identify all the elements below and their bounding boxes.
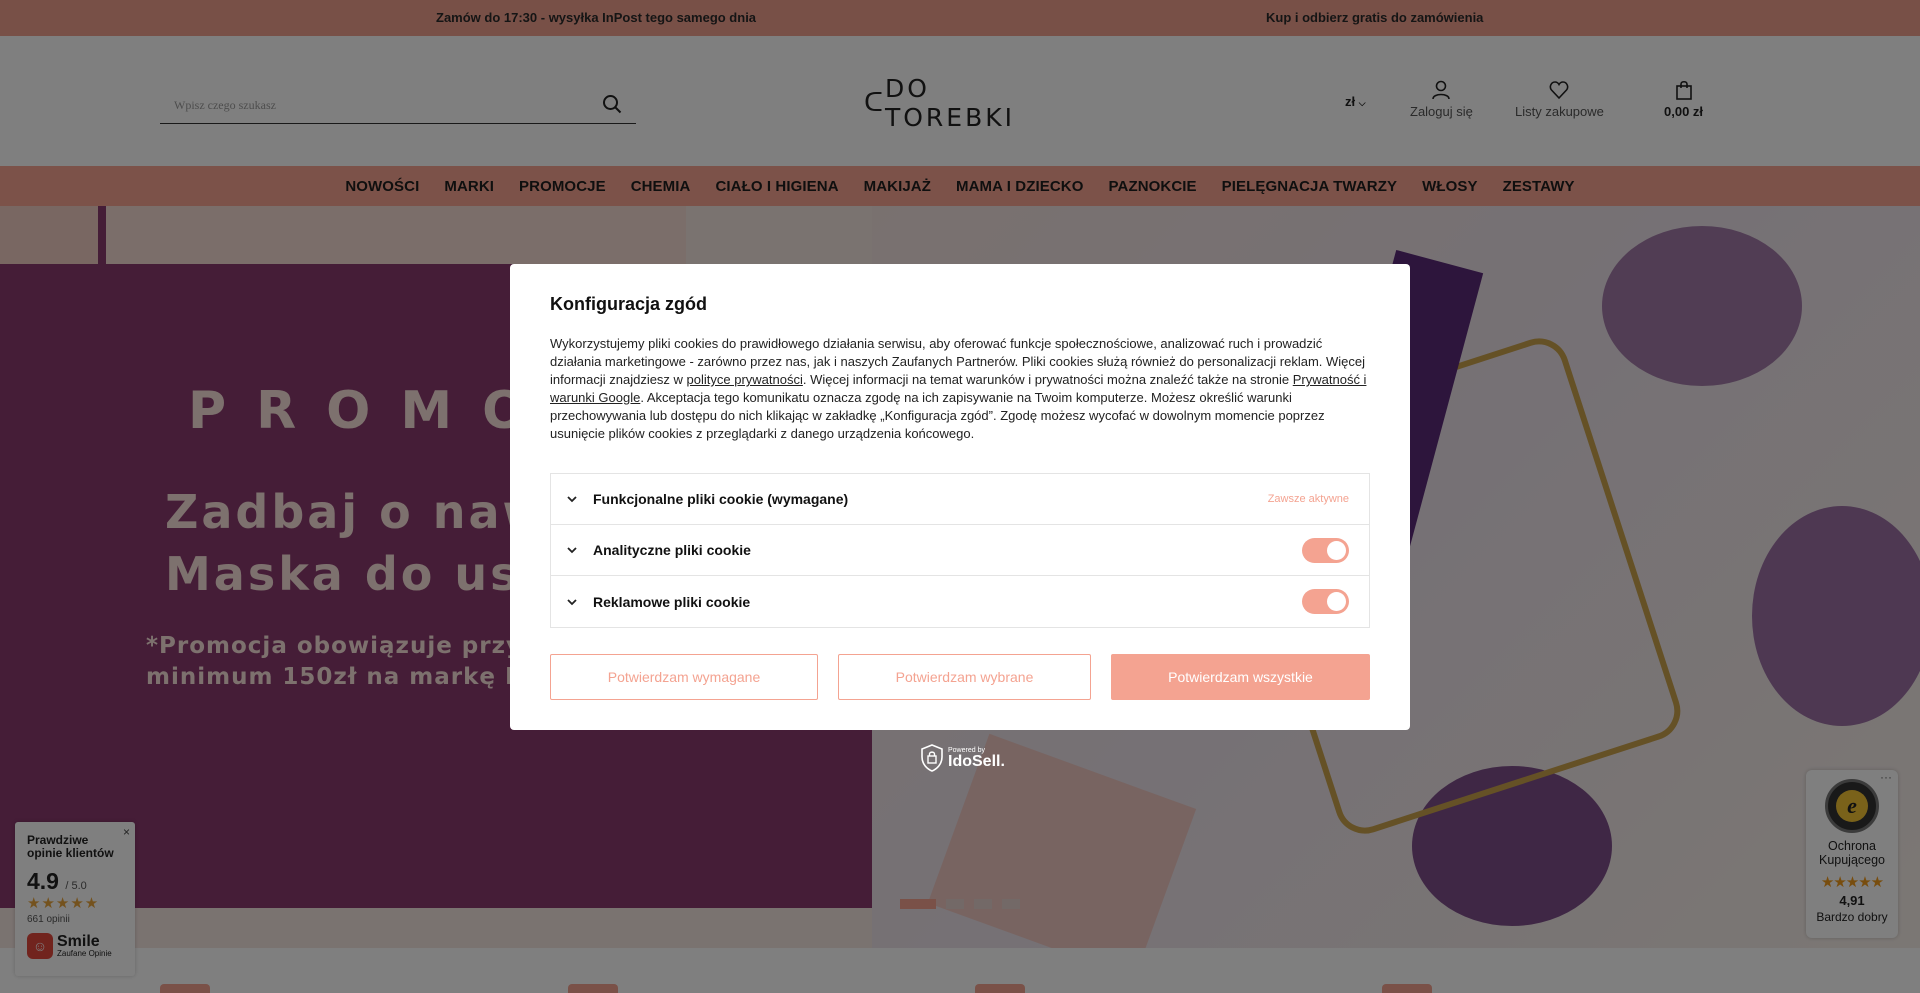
ads-toggle[interactable]	[1302, 589, 1349, 614]
analytics-toggle[interactable]	[1302, 537, 1349, 563]
cookie-category-functional[interactable]: Funkcjonalne pliki cookie (wymagane) Zaw…	[551, 474, 1369, 525]
dialog-title: Konfiguracja zgód	[550, 294, 707, 314]
dialog-actions: Potwierdzam wymagane Potwierdzam wybrane…	[550, 654, 1370, 700]
powered-by: Powered by IdoSell.	[920, 744, 1005, 772]
cookie-category-analytics[interactable]: Analityczne pliki cookie	[551, 525, 1369, 576]
confirm-selected-button[interactable]: Potwierdzam wybrane	[838, 654, 1091, 700]
lock-shield-icon	[921, 744, 943, 772]
cookie-categories: Funkcjonalne pliki cookie (wymagane) Zaw…	[550, 473, 1370, 628]
chevron-down-icon	[567, 547, 577, 554]
privacy-policy-link[interactable]: polityce prywatności	[687, 372, 803, 387]
confirm-required-button[interactable]: Potwierdzam wymagane	[550, 654, 818, 700]
chevron-down-icon	[567, 496, 577, 503]
category-name: Reklamowe pliki cookie	[593, 593, 751, 610]
consent-text-part: . Więcej informacji na temat warunków i …	[802, 372, 1293, 387]
cookie-consent-dialog: Konfiguracja zgód Wykorzystujemy pliki c…	[510, 264, 1410, 730]
idosell-brand: IdoSell.	[948, 752, 1005, 770]
chevron-down-icon	[567, 598, 577, 605]
category-name: Funkcjonalne pliki cookie (wymagane)	[593, 491, 849, 507]
cookie-category-ads[interactable]: Reklamowe pliki cookie	[551, 576, 1369, 627]
consent-text-part: . Akceptacja tego komunikatu oznacza zgo…	[550, 390, 1325, 441]
consent-text: Wykorzystujemy pliki cookies do prawidło…	[550, 335, 1370, 443]
confirm-all-button[interactable]: Potwierdzam wszystkie	[1111, 654, 1370, 700]
category-name: Analityczne pliki cookie	[593, 542, 751, 558]
always-active-label: Zawsze aktywne	[1267, 493, 1349, 505]
